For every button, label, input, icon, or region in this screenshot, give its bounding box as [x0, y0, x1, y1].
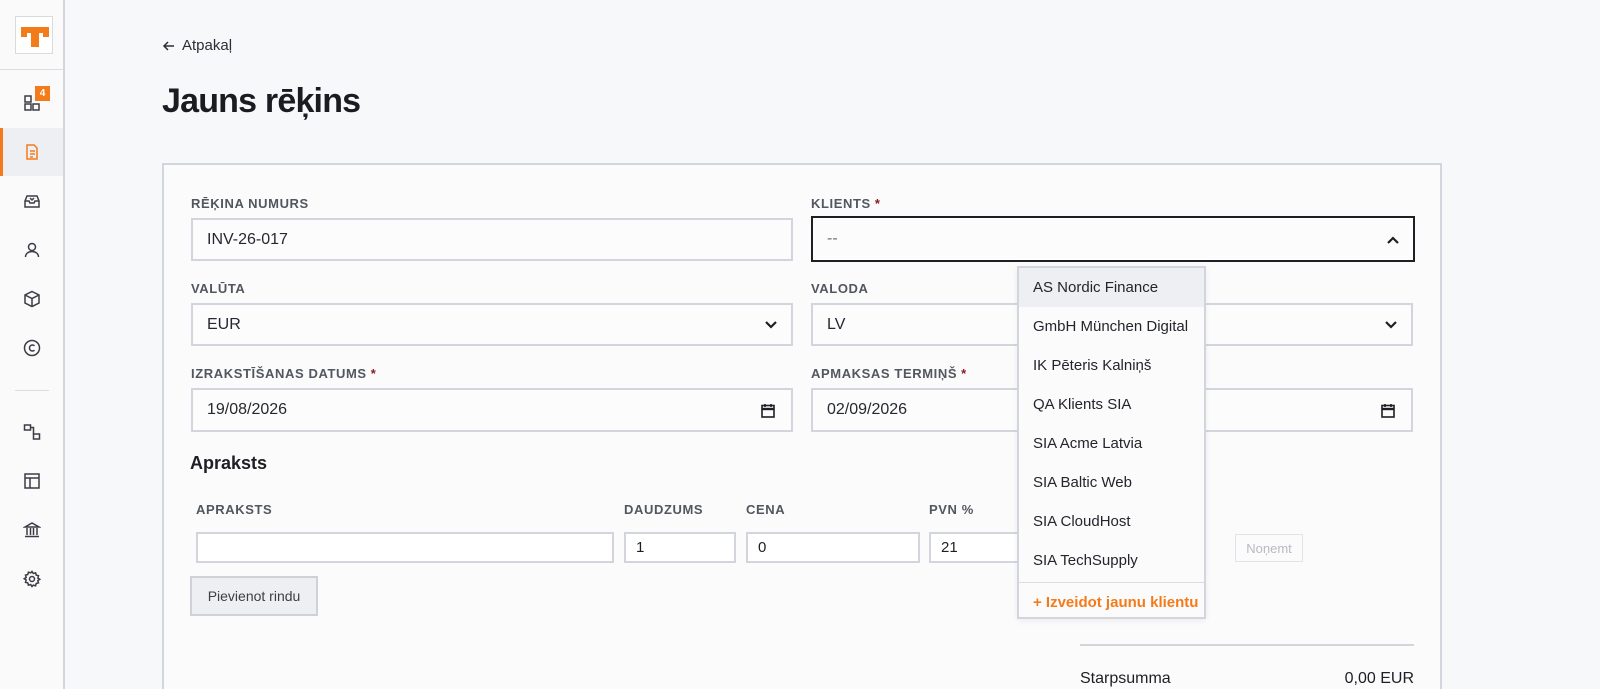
line-items-title: Apraksts [190, 453, 268, 473]
line-quantity-input[interactable]: 1 [624, 532, 736, 563]
line-vat-input[interactable]: 21 [929, 532, 1029, 563]
sidebar-item-settings[interactable] [0, 555, 63, 603]
inbox-icon [23, 195, 40, 208]
dropdown-divider [1019, 582, 1204, 583]
client-option[interactable]: GmbH München Digital [1019, 307, 1204, 346]
page-title: Jauns rēķins [162, 82, 361, 120]
language-select-value: LV [827, 315, 846, 333]
calendar-icon[interactable] [1381, 403, 1395, 418]
client-option[interactable]: SIA TechSupply [1019, 541, 1204, 580]
client-option[interactable]: QA Klients SIA [1019, 385, 1204, 424]
layout-icon [23, 473, 40, 489]
sidebar-item-clients[interactable] [0, 226, 63, 274]
box-icon [23, 290, 40, 308]
client-option[interactable]: SIA Baltic Web [1019, 463, 1204, 502]
sidebar-item-products[interactable] [0, 275, 63, 323]
calendar-icon[interactable] [761, 403, 775, 418]
client-option[interactable]: IK Pēteris Kalniņš [1019, 346, 1204, 385]
subtotal-label: Starpsumma [1080, 670, 1171, 687]
invoice-number-label: RĒĶINA NUMURS [191, 196, 309, 211]
due-date-value: 02/09/2026 [827, 401, 908, 418]
column-header-quantity: DAUDZUMS [624, 502, 704, 517]
flow-icon [23, 424, 40, 440]
sidebar-item-integrations[interactable] [0, 408, 63, 456]
issue-date-input[interactable]: 19/08/2026 [191, 388, 793, 432]
sidebar-item-inbox[interactable] [0, 177, 63, 225]
client-select[interactable]: -- [811, 216, 1415, 262]
issue-date-label: IZRAKSTĪŠANAS DATUMS * [191, 366, 377, 381]
arrow-left-icon [162, 40, 174, 51]
client-option[interactable]: SIA CloudHost [1019, 502, 1204, 541]
sidebar-item-bank[interactable] [0, 506, 63, 554]
client-label: KLIENTS * [811, 196, 881, 211]
subtotal-value: 0,00 EUR [1344, 670, 1414, 687]
sidebar-item-invoices[interactable] [0, 128, 63, 176]
add-row-button[interactable]: Pievienot rindu [190, 576, 318, 616]
invoice-number-input[interactable]: INV-26-017 [191, 218, 793, 261]
currency-label: VALŪTA [191, 281, 246, 296]
client-dropdown-menu: AS Nordic Finance GmbH München Digital I… [1017, 266, 1206, 619]
client-option[interactable]: SIA Acme Latvia [1019, 424, 1204, 463]
notification-badge: 4 [35, 86, 50, 101]
chevron-down-icon [765, 321, 777, 329]
sidebar-divider [0, 69, 63, 70]
currency-select[interactable]: EUR [191, 303, 793, 346]
create-client-link[interactable]: + Izveidot jaunu klientu [1033, 594, 1198, 611]
language-label: VALODA [811, 281, 869, 296]
chevron-up-icon [1387, 236, 1399, 244]
remove-row-button[interactable]: Noņemt [1235, 534, 1303, 562]
sidebar-item-layout[interactable] [0, 457, 63, 505]
column-header-description: APRAKSTS [196, 502, 273, 517]
currency-select-value: EUR [207, 315, 241, 333]
column-header-vat: PVN % [929, 502, 974, 517]
chevron-down-icon [1385, 321, 1397, 329]
client-option[interactable]: AS Nordic Finance [1019, 268, 1204, 307]
sidebar-item-dashboard[interactable]: 4 [0, 79, 63, 127]
line-price-input[interactable]: 0 [746, 532, 920, 563]
line-description-input[interactable] [196, 532, 614, 563]
back-link-label: Atpakaļ [182, 37, 233, 54]
sidebar-item-copyright[interactable] [0, 324, 63, 372]
bank-icon [22, 522, 41, 538]
sidebar: 4 [0, 0, 65, 689]
column-header-price: CENA [746, 502, 786, 517]
user-icon [24, 242, 39, 258]
app-logo[interactable] [15, 16, 53, 54]
client-select-value: -- [827, 230, 838, 247]
copyright-icon [23, 339, 40, 357]
issue-date-value: 19/08/2026 [207, 401, 288, 418]
back-link[interactable]: Atpakaļ [162, 37, 232, 54]
summary-divider [1080, 644, 1414, 646]
due-date-label: APMAKSAS TERMIŅŠ * [811, 366, 967, 381]
document-icon [25, 144, 38, 160]
gear-icon [22, 570, 41, 588]
sidebar-divider [15, 390, 49, 391]
